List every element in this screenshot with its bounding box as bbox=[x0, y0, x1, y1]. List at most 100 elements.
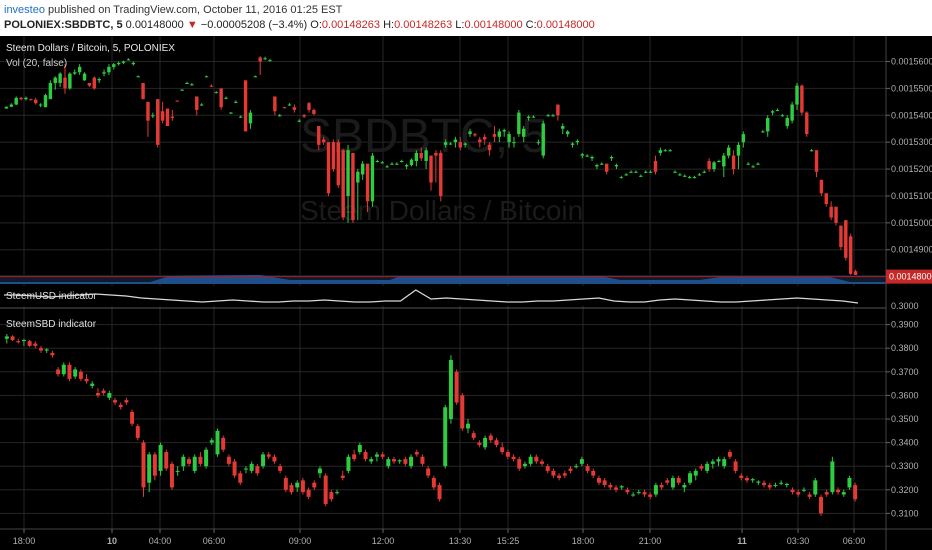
candle-body bbox=[395, 163, 399, 165]
candle-body bbox=[67, 364, 72, 379]
candle-body bbox=[101, 390, 106, 394]
open-value: 0.00148263 bbox=[321, 19, 381, 31]
candle-body bbox=[409, 456, 414, 467]
candle-body bbox=[204, 76, 209, 78]
candle-body bbox=[369, 459, 374, 462]
candle-body bbox=[697, 174, 702, 176]
candle-body bbox=[429, 155, 433, 183]
candle-body bbox=[634, 171, 638, 173]
candle-body bbox=[522, 128, 526, 137]
candle-body bbox=[492, 134, 497, 137]
candle bbox=[135, 423, 140, 441]
ohlc-readout: POLONIEX:SBDBTC, 5 0.00148000 ▼ −0.00005… bbox=[4, 19, 595, 31]
candle-body bbox=[574, 466, 579, 468]
candle-body bbox=[614, 487, 619, 490]
candle-body bbox=[853, 485, 858, 500]
candle-body bbox=[565, 131, 570, 135]
candle-body bbox=[156, 99, 160, 145]
candle-body bbox=[375, 161, 380, 162]
candle-body bbox=[557, 475, 562, 478]
candle-body bbox=[545, 466, 550, 471]
candle-body bbox=[800, 85, 804, 113]
candle bbox=[67, 362, 72, 382]
candle-body bbox=[215, 430, 220, 455]
candle-body bbox=[97, 78, 101, 81]
candle-body bbox=[287, 104, 292, 106]
candle-body bbox=[546, 115, 550, 117]
candle-body bbox=[761, 131, 765, 133]
candle-body bbox=[147, 454, 152, 483]
candle-body bbox=[483, 437, 488, 448]
published-text: published on TradingView.com, October 11… bbox=[48, 4, 343, 16]
candle-body bbox=[175, 470, 180, 472]
author-link[interactable]: investeo bbox=[4, 4, 45, 16]
candle-body bbox=[116, 62, 121, 65]
candle-body bbox=[419, 152, 423, 159]
chart-canvas[interactable]: SBDBTC, 5 Steem Dollars / Bitcoin 0.0015… bbox=[0, 36, 932, 550]
candle-body bbox=[751, 166, 755, 168]
candle-body bbox=[282, 107, 287, 109]
candle-body bbox=[471, 433, 476, 438]
candle bbox=[4, 106, 9, 109]
candle-body bbox=[540, 461, 545, 464]
candle-body bbox=[731, 155, 736, 170]
candle bbox=[158, 442, 163, 476]
candle bbox=[346, 454, 351, 474]
candle-body bbox=[494, 440, 499, 445]
candle bbox=[43, 93, 48, 108]
candle-body bbox=[670, 477, 675, 488]
candle-body bbox=[185, 83, 189, 85]
candle-body bbox=[392, 459, 396, 462]
candle-body bbox=[14, 97, 18, 105]
candle-body bbox=[756, 163, 760, 165]
candle-body bbox=[68, 73, 72, 89]
candle-body bbox=[187, 459, 192, 464]
candle-body bbox=[390, 163, 394, 165]
candle-body bbox=[580, 154, 584, 156]
candle-body bbox=[249, 463, 254, 471]
candle-body bbox=[24, 97, 28, 100]
candle-body bbox=[346, 456, 351, 471]
candle-body bbox=[780, 115, 785, 117]
candle-body bbox=[463, 143, 467, 145]
candle-body bbox=[801, 489, 806, 491]
candle-body bbox=[517, 459, 522, 469]
current-price-label: 0.00148000 bbox=[889, 272, 932, 282]
candle-body bbox=[113, 400, 118, 403]
candle-body bbox=[306, 489, 311, 497]
candle-body bbox=[292, 107, 297, 110]
candle-body bbox=[380, 454, 385, 457]
candle-body bbox=[77, 66, 82, 73]
candle-body bbox=[302, 115, 306, 117]
candle-body bbox=[746, 163, 750, 165]
candle-body bbox=[141, 83, 145, 100]
steemsbd-pane-title: SteemSBD indicator bbox=[6, 319, 97, 330]
candle bbox=[437, 482, 442, 502]
candle-body bbox=[121, 61, 126, 63]
candle-body bbox=[437, 485, 442, 500]
candle-body bbox=[824, 193, 828, 205]
candle-body bbox=[505, 452, 510, 457]
candle-body bbox=[824, 492, 829, 495]
candle-body bbox=[848, 236, 853, 274]
candle bbox=[439, 150, 443, 202]
candle-body bbox=[158, 444, 163, 471]
price-tick-label: 0.00156000 bbox=[891, 57, 932, 67]
time-tick-label: 10 bbox=[107, 536, 117, 546]
candle-body bbox=[73, 369, 78, 377]
candle-body bbox=[403, 459, 408, 464]
candle-body bbox=[665, 480, 670, 483]
candle-body bbox=[561, 126, 565, 129]
candle-body bbox=[591, 470, 596, 476]
candle-body bbox=[705, 463, 710, 471]
candle-body bbox=[608, 485, 613, 488]
candle-body bbox=[374, 454, 379, 457]
candle bbox=[68, 72, 72, 90]
candle-body bbox=[785, 117, 789, 127]
candle-body bbox=[255, 466, 260, 474]
symbol-label: POLONIEX:SBDBTC, 5 bbox=[4, 19, 123, 31]
candle-body bbox=[414, 452, 419, 455]
candle bbox=[130, 409, 135, 427]
candle-body bbox=[517, 112, 521, 135]
candle-body bbox=[198, 456, 203, 464]
